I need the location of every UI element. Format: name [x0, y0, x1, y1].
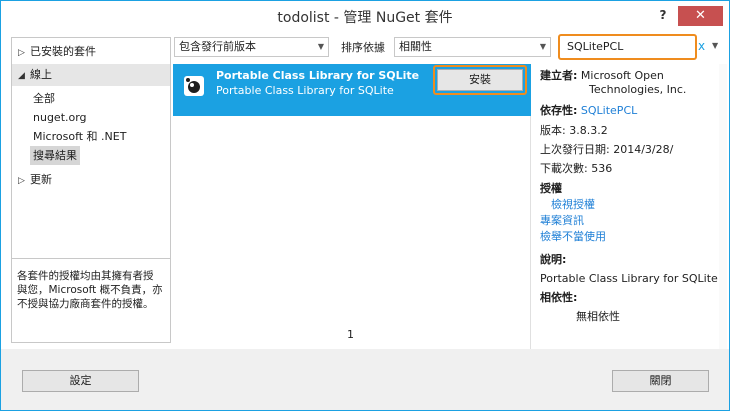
project-info-link[interactable]: 專案資訊: [540, 214, 584, 228]
dialog-content: ▷ 已安裝的套件 ◢ 線上 全部 nuget.org Microsoft 和 .NE…: [1, 31, 729, 349]
close-window-button[interactable]: ✕: [678, 6, 723, 26]
sort-dropdown[interactable]: 相關性 ▼: [394, 37, 551, 57]
creator-label: 建立者:: [540, 69, 578, 82]
sidebar-item-installed[interactable]: ▷ 已安裝的套件: [12, 41, 170, 63]
sidebar-item-microsoft-dotnet[interactable]: Microsoft 和 .NET: [30, 127, 129, 146]
package-details: 建立者: Microsoft Open Technologies, Inc. 依…: [531, 64, 726, 349]
results-list: Portable Class Library for SQLite Portab…: [173, 64, 531, 349]
collapse-arrow-icon: ◢: [18, 71, 25, 81]
disclaimer-line: 各套件的授權均由其擁有者授: [17, 270, 154, 282]
filter-value: 包含發行前版本: [179, 40, 256, 53]
title-bar: todolist - 管理 NuGet 套件 ? ✕: [1, 1, 729, 31]
manage-nuget-dialog: todolist - 管理 NuGet 套件 ? ✕ ▷ 已安裝的套件 ◢ 線上 全…: [0, 0, 730, 411]
last-published-row: 上次發行日期: 2014/3/28/: [540, 143, 674, 156]
license-label: 授權: [540, 182, 562, 195]
package-icon: [184, 76, 204, 96]
dependencies-label: 相依性:: [540, 291, 578, 304]
sidebar-item-label: 線上: [30, 68, 52, 81]
creator-value-cont: Technologies, Inc.: [589, 83, 687, 96]
report-abuse-link[interactable]: 檢舉不當使用: [540, 230, 606, 244]
sort-label: 排序依據: [341, 41, 385, 54]
id-label: 依存性:: [540, 104, 578, 117]
sidebar: ▷ 已安裝的套件 ◢ 線上 全部 nuget.org Microsoft 和 .NE…: [11, 37, 171, 343]
creator-value: Microsoft Open: [580, 69, 664, 82]
description-text: Portable Class Library for SQLite: [540, 272, 718, 285]
sidebar-item-search-results[interactable]: 搜尋結果: [30, 146, 80, 165]
sidebar-item-label: 已安裝的套件: [30, 45, 96, 58]
sidebar-item-all[interactable]: 全部: [30, 89, 58, 108]
id-link[interactable]: SQLitePCL: [581, 104, 637, 117]
chevron-down-icon: ▼: [317, 42, 324, 51]
help-button[interactable]: ?: [655, 8, 671, 24]
window-title: todolist - 管理 NuGet 套件: [277, 10, 453, 26]
sidebar-item-online[interactable]: ◢ 線上: [12, 64, 170, 86]
expand-arrow-icon: ▷: [18, 48, 25, 58]
disclaimer-line: 不授與協力廠商套件的授權。: [17, 298, 154, 310]
close-button[interactable]: 關閉: [612, 370, 709, 392]
sidebar-item-label: 更新: [30, 173, 52, 186]
details-scrollbar[interactable]: [719, 64, 727, 349]
sort-value: 相關性: [399, 40, 432, 53]
sidebar-item-nuget-org[interactable]: nuget.org: [30, 108, 90, 127]
dependencies-value: 無相依性: [576, 310, 620, 323]
search-input[interactable]: SQLitePCL: [558, 34, 697, 60]
prerelease-filter-dropdown[interactable]: 包含發行前版本 ▼: [174, 37, 329, 57]
install-highlight: 安裝: [433, 65, 527, 95]
disclaimer-line: 與您，Microsoft 概不負責，亦: [17, 284, 163, 296]
creator-row: 建立者: Microsoft Open: [540, 69, 664, 83]
description-label: 說明:: [540, 253, 567, 266]
view-license-link[interactable]: 檢視授權: [551, 198, 595, 212]
chevron-down-icon: ▼: [539, 42, 546, 51]
license-disclaimer: 各套件的授權均由其擁有者授 與您，Microsoft 概不負責，亦 不授與協力廠…: [17, 269, 169, 311]
package-name: Portable Class Library for SQLite: [216, 69, 420, 82]
downloads-row: 下載次數: 536: [540, 162, 613, 175]
id-row: 依存性: SQLitePCL: [540, 104, 637, 118]
install-button[interactable]: 安裝: [437, 69, 523, 91]
sidebar-item-updates[interactable]: ▷ 更新: [12, 169, 170, 191]
chevron-down-icon[interactable]: ▼: [712, 41, 718, 50]
version-row: 版本: 3.8.3.2: [540, 124, 608, 137]
settings-button[interactable]: 設定: [22, 370, 139, 392]
divider: [12, 258, 170, 259]
list-item[interactable]: Portable Class Library for SQLite Portab…: [173, 64, 531, 116]
expand-arrow-icon: ▷: [18, 176, 25, 186]
clear-search-icon[interactable]: x: [698, 39, 705, 53]
page-number[interactable]: 1: [347, 328, 354, 341]
package-description: Portable Class Library for SQLite: [216, 84, 394, 97]
